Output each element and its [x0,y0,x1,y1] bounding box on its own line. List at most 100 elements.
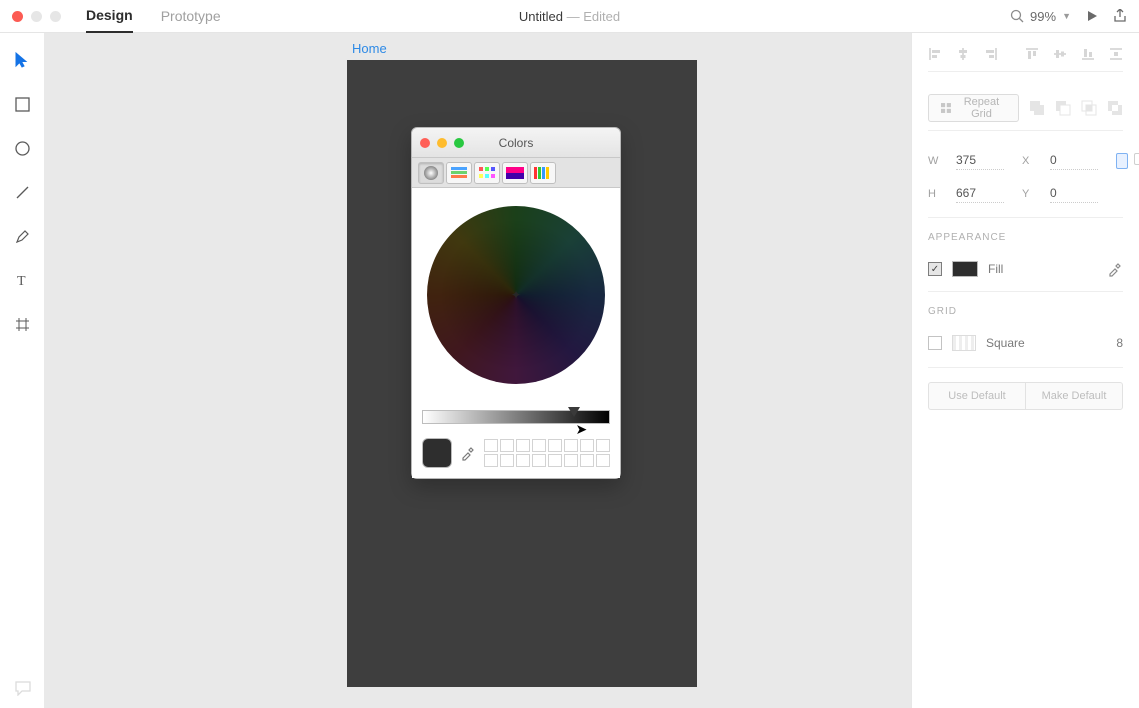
fill-eyedropper-icon[interactable] [1107,261,1123,277]
colors-title: Colors [499,136,534,150]
zoom-value: 99% [1030,9,1056,24]
align-top-icon[interactable] [1025,47,1039,61]
repeat-grid-label: Repeat Grid [957,96,1006,120]
swatch-row [422,438,610,468]
fill-label: Fill [988,262,1003,276]
grid-defaults: Use Default Make Default [928,382,1123,410]
colors-body: ✦ ➤ [412,188,620,478]
rectangle-tool[interactable] [13,95,31,113]
transform-fields: W X H Y [928,145,1123,218]
fill-row: ✓ Fill [928,257,1123,292]
distribute-icon[interactable] [1109,47,1123,61]
current-color-swatch[interactable] [422,438,452,468]
y-label: Y [1022,188,1036,200]
grid-type-label: Square [986,336,1025,350]
exclude-icon[interactable] [1107,100,1123,116]
grid-type-icon[interactable] [952,335,976,351]
height-input[interactable] [956,184,1004,203]
window-close-icon[interactable] [12,11,23,22]
top-bar: Design Prototype Untitled — Edited 99% ▼ [0,0,1139,33]
document-title: Untitled — Edited [519,9,620,24]
tool-strip: T [0,33,44,708]
align-horizontal-group [928,47,998,61]
eyedropper-icon[interactable] [460,445,476,461]
color-image-tab[interactable] [502,162,528,184]
use-default-button[interactable]: Use Default [928,382,1025,410]
artboard-label[interactable]: Home [352,41,387,56]
pen-tool[interactable] [13,227,31,245]
align-center-v-icon[interactable] [1053,47,1067,61]
grid-size-value[interactable]: 8 [1116,336,1123,350]
brightness-slider[interactable]: ➤ [422,410,610,424]
grid-checkbox[interactable] [928,336,942,350]
y-input[interactable] [1050,184,1098,203]
ellipse-tool[interactable] [13,139,31,157]
svg-text:T: T [17,274,26,287]
align-vertical-group [1025,47,1123,61]
play-icon[interactable] [1085,9,1099,23]
intersect-icon[interactable] [1081,100,1097,116]
x-label: X [1022,155,1036,167]
orientation-toggle [1116,153,1139,169]
colors-panel: Colors ✦ ➤ [411,127,621,479]
align-row [928,43,1123,72]
colors-titlebar[interactable]: Colors [412,128,620,158]
mouse-cursor-icon: ➤ [576,421,588,438]
landscape-icon[interactable] [1134,153,1139,165]
feedback-icon[interactable] [14,680,32,696]
grid-row: Square 8 [928,331,1123,368]
color-wheel[interactable]: ✦ [427,206,605,384]
height-label: H [928,188,942,200]
colors-traffic-lights [420,138,464,148]
main-area: T Home Colors [0,33,1139,708]
canvas[interactable]: Home Colors ✦ [44,33,911,708]
repeat-grid-icon [941,102,951,114]
colors-close-icon[interactable] [420,138,430,148]
align-bottom-icon[interactable] [1081,47,1095,61]
fill-swatch[interactable] [952,261,978,277]
mode-tabs: Design Prototype [86,0,221,33]
grid-section-label: GRID [928,306,1123,317]
line-tool[interactable] [13,183,31,201]
zoom-control[interactable]: 99% ▼ [1010,9,1071,24]
chevron-down-icon: ▼ [1062,11,1071,21]
repeat-grid-button[interactable]: Repeat Grid [928,94,1019,122]
width-input[interactable] [956,151,1004,170]
title-text: Untitled [519,9,563,24]
colors-picker-tabs [412,158,620,188]
x-input[interactable] [1050,151,1098,170]
color-pencils-tab[interactable] [530,162,556,184]
window-maximize-icon[interactable] [50,11,61,22]
appearance-section-label: APPEARANCE [928,232,1123,243]
make-default-button[interactable]: Make Default [1025,382,1123,410]
align-left-icon[interactable] [928,47,942,61]
tab-prototype[interactable]: Prototype [161,0,221,33]
color-wheel-cursor-icon: ✦ [511,288,521,302]
edited-indicator: — Edited [563,9,620,24]
share-icon[interactable] [1113,9,1127,23]
union-icon[interactable] [1029,100,1045,116]
brightness-thumb-icon[interactable] [568,407,580,417]
window-minimize-icon[interactable] [31,11,42,22]
width-label: W [928,155,942,167]
colors-maximize-icon[interactable] [454,138,464,148]
subtract-icon[interactable] [1055,100,1071,116]
property-panel: Repeat Grid W X H Y APPEARANCE [911,33,1139,708]
swatch-grid[interactable] [484,439,610,467]
color-sliders-tab[interactable] [446,162,472,184]
repeat-grid-row: Repeat Grid [928,86,1123,131]
artboard-tool[interactable] [13,315,31,333]
align-center-h-icon[interactable] [956,47,970,61]
color-palettes-tab[interactable] [474,162,500,184]
boolean-ops [1029,100,1123,116]
select-tool[interactable] [13,51,31,69]
text-tool[interactable]: T [13,271,31,289]
fill-checkbox[interactable]: ✓ [928,262,942,276]
colors-minimize-icon[interactable] [437,138,447,148]
tab-design[interactable]: Design [86,0,133,33]
window-traffic-lights [12,11,61,22]
portrait-icon[interactable] [1116,153,1128,169]
top-right-controls: 99% ▼ [1010,9,1127,24]
color-wheel-tab[interactable] [418,162,444,184]
align-right-icon[interactable] [984,47,998,61]
